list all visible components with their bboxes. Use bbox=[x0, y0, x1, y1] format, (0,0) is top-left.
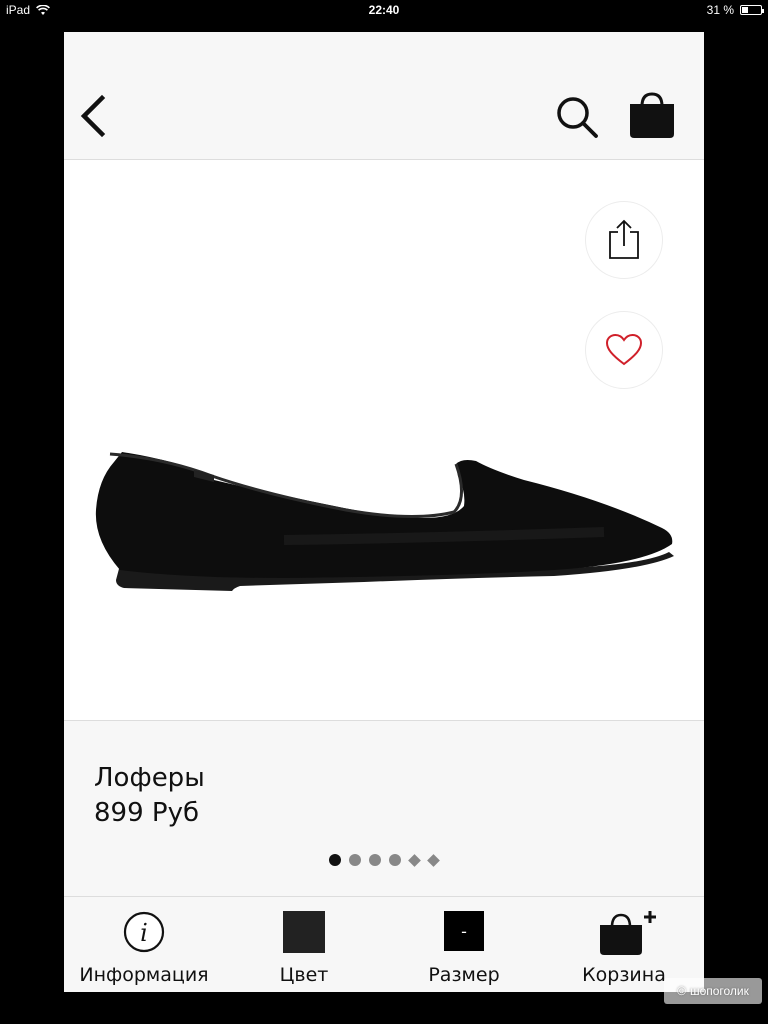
favorite-button[interactable] bbox=[585, 311, 663, 389]
size-label: Размер bbox=[428, 964, 500, 986]
product-name: Лоферы bbox=[94, 763, 205, 793]
share-icon bbox=[609, 219, 639, 259]
share-button[interactable] bbox=[585, 201, 663, 279]
shopping-bag-button[interactable] bbox=[626, 90, 678, 142]
battery-percent: 31 % bbox=[706, 3, 734, 17]
pagination-dot[interactable] bbox=[427, 853, 440, 867]
app-window: Лоферы 899 Руб i Информация Цвет - Разме… bbox=[64, 32, 704, 992]
search-icon bbox=[557, 97, 598, 138]
add-to-cart-icon bbox=[600, 911, 656, 955]
image-pagination[interactable] bbox=[64, 853, 704, 867]
search-button[interactable] bbox=[554, 94, 600, 140]
battery-icon bbox=[740, 5, 764, 15]
product-image-area[interactable] bbox=[64, 160, 704, 720]
status-right: 31 % bbox=[706, 3, 764, 17]
size-value: - bbox=[461, 921, 467, 941]
status-bar: iPad 22:40 31 % bbox=[0, 0, 768, 20]
watermark-text: шопоголик bbox=[689, 984, 749, 998]
size-value-box: - bbox=[444, 911, 484, 951]
svg-text:i: i bbox=[140, 919, 148, 947]
product-photo-loafer bbox=[95, 452, 674, 591]
bottom-toolbar: i Информация Цвет - Размер Корзина bbox=[64, 896, 704, 992]
pagination-dot[interactable] bbox=[349, 854, 361, 866]
battery-fill bbox=[742, 7, 748, 13]
watermark: © шопоголик bbox=[664, 978, 762, 1004]
product-info-panel: Лоферы 899 Руб bbox=[64, 720, 704, 896]
pagination-dot[interactable] bbox=[369, 854, 381, 866]
pagination-dot[interactable] bbox=[389, 854, 401, 866]
product-price: 899 Руб bbox=[94, 798, 199, 828]
size-button[interactable]: - Размер bbox=[384, 897, 544, 993]
back-button[interactable] bbox=[74, 92, 114, 140]
heart-icon bbox=[605, 333, 643, 366]
color-label: Цвет bbox=[279, 964, 329, 986]
info-button[interactable]: i Информация bbox=[64, 897, 224, 993]
info-label: Информация bbox=[79, 964, 209, 986]
info-icon: i bbox=[123, 911, 165, 953]
navigation-header bbox=[64, 32, 704, 160]
clock: 22:40 bbox=[368, 3, 400, 17]
shopping-bag-icon bbox=[630, 92, 674, 138]
color-button[interactable]: Цвет bbox=[224, 897, 384, 993]
pagination-dot[interactable] bbox=[408, 853, 421, 867]
color-swatch bbox=[283, 911, 325, 953]
copyright-icon: © bbox=[677, 984, 686, 998]
chevron-left-icon bbox=[80, 94, 106, 138]
pagination-dot[interactable] bbox=[329, 854, 341, 866]
